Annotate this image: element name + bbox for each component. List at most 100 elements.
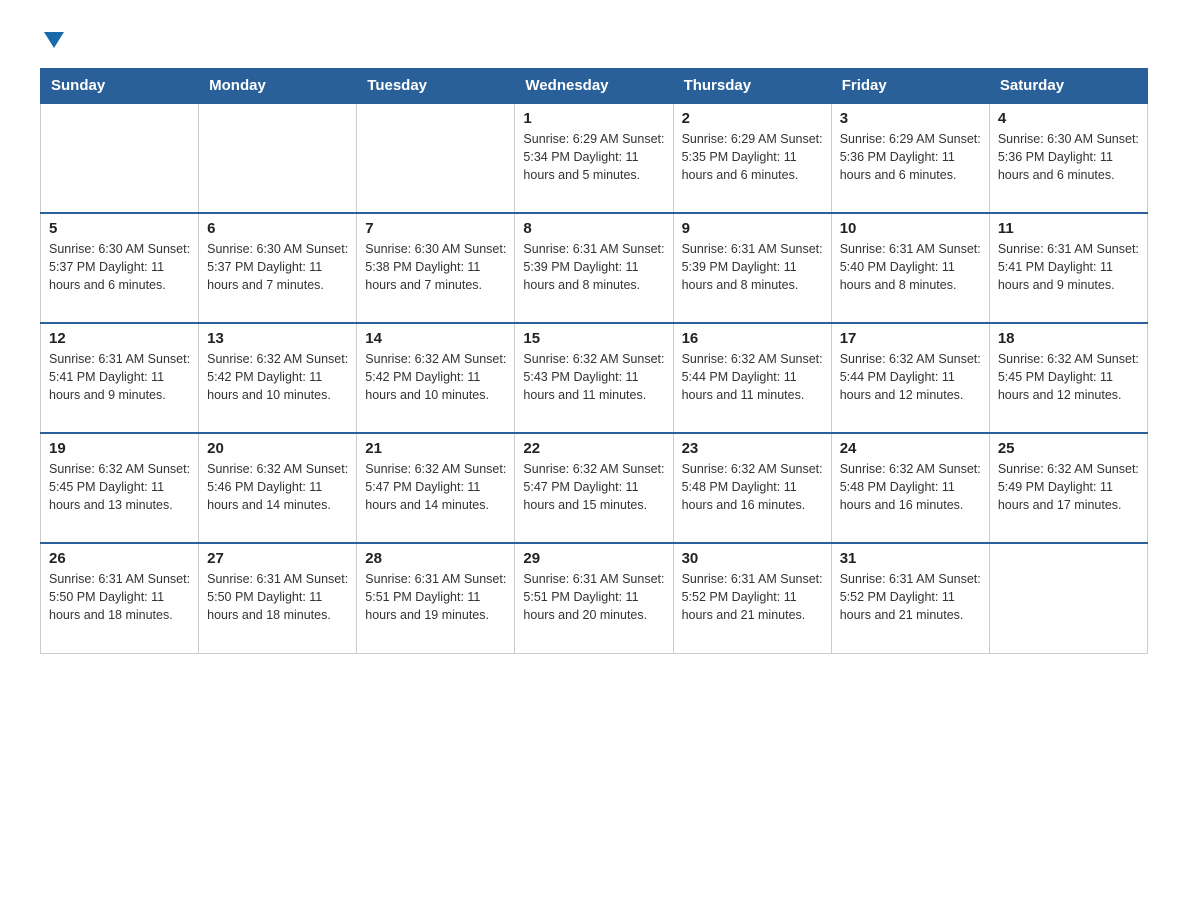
day-number: 13 xyxy=(207,330,348,347)
calendar-cell: 26Sunrise: 6:31 AM Sunset: 5:50 PM Dayli… xyxy=(41,543,199,653)
day-number: 2 xyxy=(682,110,823,127)
calendar-week-row: 19 Sunrise: 6:32 AM Sunset: 5:45 PM Dayli… xyxy=(41,433,1148,543)
day-number: 29 xyxy=(523,550,664,567)
day-number: 30 xyxy=(682,550,823,567)
day-info: Sunrise: 6:32 AM Sunset: 5:47 PM Dayligh… xyxy=(523,460,664,514)
day-info: Sunrise: 6:31 AM Sunset: 5:51 PM Dayligh… xyxy=(523,570,664,624)
calendar-table: Sunday Monday Tuesday Wednesday Thursday… xyxy=(40,68,1148,654)
day-number: 15 xyxy=(523,330,664,347)
calendar-cell xyxy=(41,103,199,213)
calendar-cell xyxy=(199,103,357,213)
day-info: Sunrise: 6:29 AM Sunset: 5:35 PM Dayligh… xyxy=(682,130,823,184)
calendar-cell: 10 Sunrise: 6:31 AM Sunset: 5:40 PM Dayli… xyxy=(831,213,989,323)
day-number: 4 xyxy=(998,110,1139,127)
day-number: 16 xyxy=(682,330,823,347)
day-info: Sunrise: 6:32 AM Sunset: 5:44 PM Dayligh… xyxy=(840,350,981,404)
day-number: 19 xyxy=(49,440,190,457)
day-number: 27 xyxy=(207,550,348,567)
calendar-cell: 19 Sunrise: 6:32 AM Sunset: 5:45 PM Dayli… xyxy=(41,433,199,543)
day-number: 21 xyxy=(365,440,506,457)
day-number: 31 xyxy=(840,550,981,567)
calendar-week-row: 12Sunrise: 6:31 AM Sunset: 5:41 PM Dayli… xyxy=(41,323,1148,433)
day-info: Sunrise: 6:31 AM Sunset: 5:39 PM Dayligh… xyxy=(682,240,823,294)
day-info: Sunrise: 6:32 AM Sunset: 5:42 PM Dayligh… xyxy=(365,350,506,404)
header-monday: Monday xyxy=(199,69,357,104)
header-saturday: Saturday xyxy=(989,69,1147,104)
day-number: 7 xyxy=(365,220,506,237)
day-number: 3 xyxy=(840,110,981,127)
calendar-cell: 16 Sunrise: 6:32 AM Sunset: 5:44 PM Dayli… xyxy=(673,323,831,433)
logo-blue-text xyxy=(40,30,64,48)
calendar-header-row: Sunday Monday Tuesday Wednesday Thursday… xyxy=(41,69,1148,104)
calendar-cell: 1 Sunrise: 6:29 AM Sunset: 5:34 PM Daylig… xyxy=(515,103,673,213)
header-sunday: Sunday xyxy=(41,69,199,104)
calendar-cell: 24Sunrise: 6:32 AM Sunset: 5:48 PM Dayli… xyxy=(831,433,989,543)
calendar-week-row: 5Sunrise: 6:30 AM Sunset: 5:37 PM Daylig… xyxy=(41,213,1148,323)
calendar-cell: 25 Sunrise: 6:32 AM Sunset: 5:49 PM Dayli… xyxy=(989,433,1147,543)
day-number: 8 xyxy=(523,220,664,237)
calendar-cell: 12Sunrise: 6:31 AM Sunset: 5:41 PM Dayli… xyxy=(41,323,199,433)
day-info: Sunrise: 6:32 AM Sunset: 5:44 PM Dayligh… xyxy=(682,350,823,404)
calendar-cell: 21Sunrise: 6:32 AM Sunset: 5:47 PM Dayli… xyxy=(357,433,515,543)
day-number: 12 xyxy=(49,330,190,347)
calendar-cell: 28 Sunrise: 6:31 AM Sunset: 5:51 PM Dayli… xyxy=(357,543,515,653)
calendar-cell: 14 Sunrise: 6:32 AM Sunset: 5:42 PM Dayli… xyxy=(357,323,515,433)
day-info: Sunrise: 6:31 AM Sunset: 5:51 PM Dayligh… xyxy=(365,570,506,624)
day-number: 28 xyxy=(365,550,506,567)
day-number: 14 xyxy=(365,330,506,347)
day-info: Sunrise: 6:30 AM Sunset: 5:37 PM Dayligh… xyxy=(49,240,190,294)
day-info: Sunrise: 6:31 AM Sunset: 5:50 PM Dayligh… xyxy=(49,570,190,624)
calendar-cell: 20 Sunrise: 6:32 AM Sunset: 5:46 PM Dayli… xyxy=(199,433,357,543)
calendar-cell: 17 Sunrise: 6:32 AM Sunset: 5:44 PM Dayli… xyxy=(831,323,989,433)
calendar-cell: 6 Sunrise: 6:30 AM Sunset: 5:37 PM Daylig… xyxy=(199,213,357,323)
day-info: Sunrise: 6:32 AM Sunset: 5:48 PM Dayligh… xyxy=(682,460,823,514)
day-info: Sunrise: 6:29 AM Sunset: 5:34 PM Dayligh… xyxy=(523,130,664,184)
day-number: 10 xyxy=(840,220,981,237)
calendar-week-row: 1 Sunrise: 6:29 AM Sunset: 5:34 PM Daylig… xyxy=(41,103,1148,213)
day-number: 9 xyxy=(682,220,823,237)
day-info: Sunrise: 6:32 AM Sunset: 5:46 PM Dayligh… xyxy=(207,460,348,514)
calendar-cell: 15 Sunrise: 6:32 AM Sunset: 5:43 PM Dayli… xyxy=(515,323,673,433)
day-info: Sunrise: 6:31 AM Sunset: 5:52 PM Dayligh… xyxy=(840,570,981,624)
day-number: 20 xyxy=(207,440,348,457)
day-info: Sunrise: 6:30 AM Sunset: 5:38 PM Dayligh… xyxy=(365,240,506,294)
logo xyxy=(40,30,64,48)
day-number: 22 xyxy=(523,440,664,457)
day-info: Sunrise: 6:29 AM Sunset: 5:36 PM Dayligh… xyxy=(840,130,981,184)
calendar-cell: 2 Sunrise: 6:29 AM Sunset: 5:35 PM Daylig… xyxy=(673,103,831,213)
day-number: 1 xyxy=(523,110,664,127)
day-number: 25 xyxy=(998,440,1139,457)
calendar-cell: 18 Sunrise: 6:32 AM Sunset: 5:45 PM Dayli… xyxy=(989,323,1147,433)
day-number: 18 xyxy=(998,330,1139,347)
day-info: Sunrise: 6:31 AM Sunset: 5:52 PM Dayligh… xyxy=(682,570,823,624)
day-info: Sunrise: 6:32 AM Sunset: 5:49 PM Dayligh… xyxy=(998,460,1139,514)
logo-triangle-icon xyxy=(44,32,64,48)
day-number: 11 xyxy=(998,220,1139,237)
day-info: Sunrise: 6:31 AM Sunset: 5:40 PM Dayligh… xyxy=(840,240,981,294)
day-info: Sunrise: 6:32 AM Sunset: 5:42 PM Dayligh… xyxy=(207,350,348,404)
day-number: 17 xyxy=(840,330,981,347)
page-header xyxy=(40,30,1148,48)
day-info: Sunrise: 6:32 AM Sunset: 5:43 PM Dayligh… xyxy=(523,350,664,404)
calendar-cell: 8 Sunrise: 6:31 AM Sunset: 5:39 PM Daylig… xyxy=(515,213,673,323)
calendar-cell: 9 Sunrise: 6:31 AM Sunset: 5:39 PM Daylig… xyxy=(673,213,831,323)
header-tuesday: Tuesday xyxy=(357,69,515,104)
calendar-cell: 29 Sunrise: 6:31 AM Sunset: 5:51 PM Dayli… xyxy=(515,543,673,653)
calendar-cell: 4 Sunrise: 6:30 AM Sunset: 5:36 PM Daylig… xyxy=(989,103,1147,213)
day-info: Sunrise: 6:30 AM Sunset: 5:37 PM Dayligh… xyxy=(207,240,348,294)
calendar-cell xyxy=(357,103,515,213)
day-info: Sunrise: 6:32 AM Sunset: 5:45 PM Dayligh… xyxy=(998,350,1139,404)
calendar-cell: 27 Sunrise: 6:31 AM Sunset: 5:50 PM Dayli… xyxy=(199,543,357,653)
calendar-cell: 31 Sunrise: 6:31 AM Sunset: 5:52 PM Dayli… xyxy=(831,543,989,653)
day-info: Sunrise: 6:30 AM Sunset: 5:36 PM Dayligh… xyxy=(998,130,1139,184)
day-info: Sunrise: 6:31 AM Sunset: 5:39 PM Dayligh… xyxy=(523,240,664,294)
header-wednesday: Wednesday xyxy=(515,69,673,104)
day-info: Sunrise: 6:32 AM Sunset: 5:45 PM Dayligh… xyxy=(49,460,190,514)
calendar-cell: 23Sunrise: 6:32 AM Sunset: 5:48 PM Dayli… xyxy=(673,433,831,543)
day-number: 24 xyxy=(840,440,981,457)
day-info: Sunrise: 6:31 AM Sunset: 5:50 PM Dayligh… xyxy=(207,570,348,624)
calendar-cell: 22 Sunrise: 6:32 AM Sunset: 5:47 PM Dayli… xyxy=(515,433,673,543)
header-friday: Friday xyxy=(831,69,989,104)
day-number: 6 xyxy=(207,220,348,237)
day-info: Sunrise: 6:31 AM Sunset: 5:41 PM Dayligh… xyxy=(998,240,1139,294)
